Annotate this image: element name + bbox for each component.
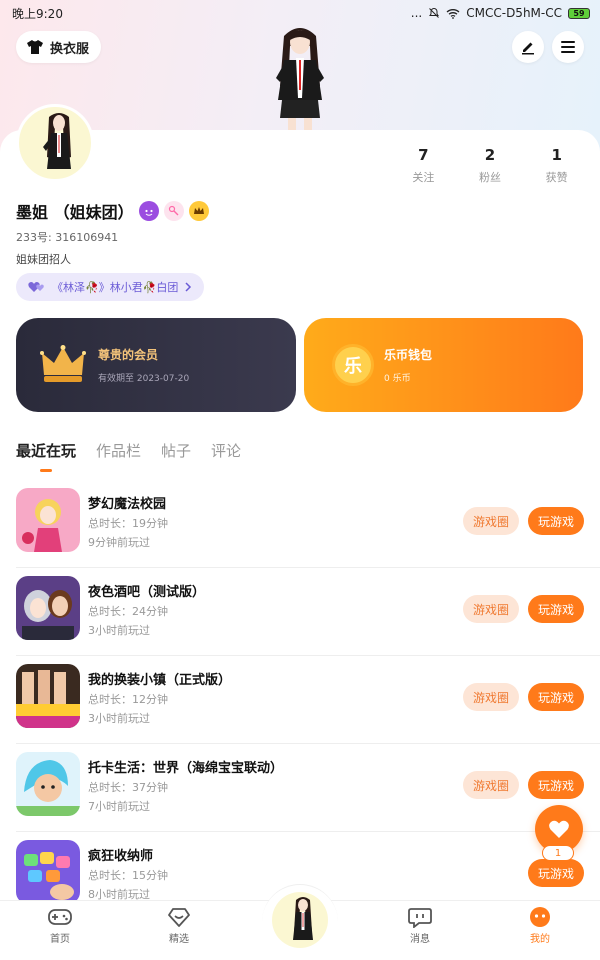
game-duration: 总时长：24分钟 [88,605,168,618]
tab-posts[interactable]: 帖子 [161,440,191,461]
change-outfit-label: 换衣服 [50,41,90,57]
nav-messages-label: 消息 [410,934,430,945]
game-title: 梦幻魔法校园 [88,497,167,512]
game-last-played: 9分钟前玩过 [88,536,150,549]
profile-name-row: 墨姐 （姐妹团） [16,199,209,223]
game-last-played: 3小时前玩过 [88,712,150,725]
group-chip[interactable]: 《林泽🥀》林小君🥀白团 [16,273,205,301]
game-duration: 总时长：37分钟 [88,781,168,794]
coin-wallet-card[interactable]: 乐 乐币钱包 0 乐币 [304,318,583,412]
nav-me[interactable]: 我的 [510,906,570,945]
game-duration: 总时长：15分钟 [88,869,168,882]
stat-likes[interactable]: 1 获赞 [523,146,590,185]
battery-icon: 59 [568,7,590,19]
hearts-icon [28,282,44,292]
nav-home-label: 首页 [50,934,70,945]
game-icon-crazy-organizer[interactable] [16,840,80,904]
stat-followers-label: 粉丝 [479,171,501,184]
crown-badge-icon [188,201,209,221]
mute-bell-icon [429,7,440,18]
profile-stats: 7 关注 2 粉丝 1 获赞 [390,146,590,185]
heart-icon [549,820,569,838]
game-circle-button[interactable]: 游戏圈 [463,595,519,623]
vip-title: 尊贵的会员 [98,348,159,362]
crown-icon [40,345,86,382]
status-dots: ... [410,6,423,20]
wallet-balance: 0 乐币 [384,374,411,384]
stat-followers[interactable]: 2 粉丝 [457,146,524,185]
play-game-button[interactable]: 玩游戏 [528,771,584,799]
profile-bio: 姐妹团招人 [16,253,71,266]
list-item[interactable]: 夜色酒吧（测试版） 总时长：24分钟 3小时前玩过 游戏圈 玩游戏 [0,568,600,656]
nav-featured-label: 精选 [169,934,189,945]
nav-avatar-center[interactable] [272,892,328,948]
list-item[interactable]: 我的换装小镇（正式版） 总时长：12分钟 3小时前玩过 游戏圈 玩游戏 [0,656,600,744]
edit-pen-icon [522,42,534,55]
tab-works[interactable]: 作品栏 [96,440,141,461]
wifi-icon [446,8,460,19]
stat-following[interactable]: 7 关注 [390,146,457,185]
active-tab-indicator [40,469,52,472]
stat-followers-value: 2 [484,146,496,164]
recent-games-list: 梦幻魔法校园 总时长：19分钟 9分钟前玩过 游戏圈 玩游戏 夜色酒吧（测试版）… [0,480,600,920]
stat-following-label: 关注 [412,171,435,184]
nav-me-label: 我的 [530,934,550,945]
game-icon-night-bar[interactable] [16,576,80,640]
vip-membership-card[interactable]: 尊贵的会员 有效期至 2023-07-20 [16,318,296,412]
stat-likes-label: 获赞 [545,171,568,184]
stat-following-value: 7 [418,146,429,164]
game-duration: 总时长：12分钟 [88,693,168,706]
wand-badge-icon [163,201,184,221]
profile-name: 墨姐 （姐妹团） [16,203,134,222]
le-coin-icon: 乐 [332,344,374,386]
status-time: 晚上9:20 [12,6,63,21]
gamepad-icon [48,909,72,925]
game-duration: 总时长：19分钟 [88,517,168,530]
wallet-title: 乐币钱包 [384,348,433,362]
devil-emoji-icon [138,201,159,221]
tab-comments[interactable]: 评论 [211,440,241,461]
status-indicators: ... CMCC-D5hM-CC 59 [411,6,590,20]
menu-button[interactable] [552,31,584,63]
play-game-button[interactable]: 玩游戏 [528,507,584,535]
tab-recently-played[interactable]: 最近在玩 [16,440,76,461]
stat-likes-value: 1 [551,146,562,164]
profile-tabs: 最近在玩 作品栏 帖子 评论 [16,440,241,461]
change-outfit-button[interactable]: 换衣服 [16,31,102,63]
game-last-played: 3小时前玩过 [88,624,150,637]
featured-diamond-icon [168,908,190,927]
play-game-button[interactable]: 玩游戏 [528,595,584,623]
game-title: 夜色酒吧（测试版） [88,585,206,600]
chat-bubble-icon [408,908,432,928]
game-circle-button[interactable]: 游戏圈 [463,683,519,711]
game-last-played: 7小时前玩过 [88,800,150,813]
profile-uid: 233号: 316106941 [16,231,119,244]
list-item[interactable]: 梦幻魔法校园 总时长：19分钟 9分钟前玩过 游戏圈 玩游戏 [0,480,600,568]
nav-featured[interactable]: 精选 [149,906,209,945]
network-name: CMCC-D5hM-CC [466,6,562,20]
profile-face-icon [530,907,550,927]
shirt-icon [27,40,43,54]
list-item[interactable]: 托卡生活：世界（海绵宝宝联动） 总时长：37分钟 7小时前玩过 游戏圈 玩游戏 [0,744,600,832]
avatar-character-figure[interactable] [262,22,338,134]
group-chip-label: 《林泽🥀》林小君🥀白团 [52,281,179,294]
menu-icon [561,41,575,53]
play-game-button[interactable]: 玩游戏 [528,683,584,711]
game-title: 托卡生活：世界（海绵宝宝联动） [88,761,284,776]
play-game-button[interactable]: 玩游戏 [528,859,584,887]
nav-messages[interactable]: 消息 [390,906,450,945]
chevron-right-icon [185,282,192,292]
like-count-badge: 1 [542,845,574,861]
game-title: 疯狂收纳师 [88,849,154,864]
game-icon-dressup-town[interactable] [16,664,80,728]
game-circle-button[interactable]: 游戏圈 [463,771,519,799]
game-circle-button[interactable]: 游戏圈 [463,507,519,535]
nav-home[interactable]: 首页 [30,906,90,945]
edit-profile-button[interactable] [512,31,544,63]
profile-avatar[interactable] [16,104,94,182]
game-icon-magic-school[interactable] [16,488,80,552]
game-icon-toca-life[interactable] [16,752,80,816]
game-title: 我的换装小镇（正式版） [88,673,232,688]
vip-expiry: 有效期至 2023-07-20 [98,374,190,384]
